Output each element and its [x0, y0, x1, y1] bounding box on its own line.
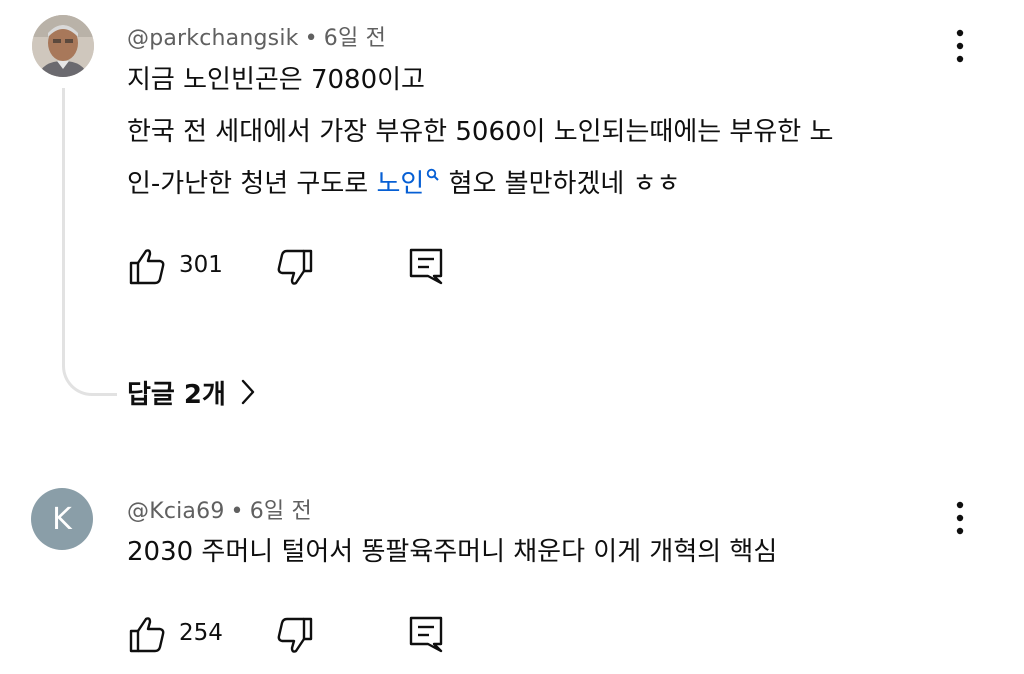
author-name[interactable]: @Kcia69: [127, 499, 225, 524]
reply-button[interactable]: [406, 614, 446, 654]
more-vertical-icon: [956, 29, 964, 63]
like-count: 254: [179, 620, 223, 646]
timestamp[interactable]: 6일 전: [250, 499, 312, 524]
like-count: 301: [179, 252, 223, 278]
comment-meta: @parkchangsik • 6일 전: [127, 20, 386, 52]
reply-button[interactable]: [406, 246, 446, 286]
search-link-label[interactable]: 노인: [376, 169, 424, 199]
comment-line: 지금 노인빈곤은 7080이고: [127, 65, 425, 95]
view-replies-button[interactable]: 답글 2개: [127, 372, 256, 412]
thumb-up-icon: [129, 617, 165, 653]
separator-dot: •: [230, 499, 244, 524]
comment-text: 지금 노인빈곤은 7080이고 한국 전 세대에서 가장 부유한 5060이 노…: [127, 54, 833, 210]
comment-reply-icon: [409, 248, 443, 285]
like-button[interactable]: [127, 614, 167, 654]
replies-count-label[interactable]: 답글 2개: [127, 374, 226, 411]
comment-line-text: 인-가난한 청년 구도로: [127, 169, 377, 199]
more-vertical-icon: [956, 501, 964, 535]
more-options-button[interactable]: [948, 26, 972, 66]
comment-line: 인-가난한 청년 구도로 노인 혐오 볼만하겠네 ㅎㅎ: [127, 158, 833, 210]
separator-dot: •: [304, 26, 318, 51]
comment-line-text: 혐오 볼만하겠네 ㅎㅎ: [440, 169, 681, 199]
dislike-button[interactable]: [274, 614, 314, 654]
author-name[interactable]: @parkchangsik: [127, 26, 299, 51]
search-icon: [427, 169, 440, 182]
thumb-up-icon: [129, 249, 165, 285]
avatar-photo: [32, 15, 94, 77]
comment-line: 2030 주머니 털어서 똥팔육주머니 채운다 이게 개혁의 핵심: [127, 537, 778, 567]
chevron-right-icon: [241, 379, 255, 405]
thumb-down-icon: [277, 617, 313, 653]
comment-text: 2030 주머니 털어서 똥팔육주머니 채운다 이게 개혁의 핵심: [127, 526, 777, 578]
dislike-button[interactable]: [274, 246, 314, 286]
comment-meta: @Kcia69 • 6일 전: [127, 493, 312, 525]
avatar[interactable]: K: [31, 488, 93, 550]
avatar-initial: K: [52, 501, 72, 537]
like-button[interactable]: [127, 246, 167, 286]
thumb-down-icon: [277, 249, 313, 285]
more-options-button[interactable]: [948, 498, 972, 538]
thread-connector-line: [62, 88, 117, 396]
comment-reply-icon: [409, 616, 443, 653]
comment-line: 한국 전 세대에서 가장 부유한 5060이 노인되는때에는 부유한 노: [127, 117, 834, 147]
avatar[interactable]: [32, 15, 94, 77]
search-link[interactable]: 노인: [376, 169, 440, 199]
timestamp[interactable]: 6일 전: [324, 26, 386, 51]
